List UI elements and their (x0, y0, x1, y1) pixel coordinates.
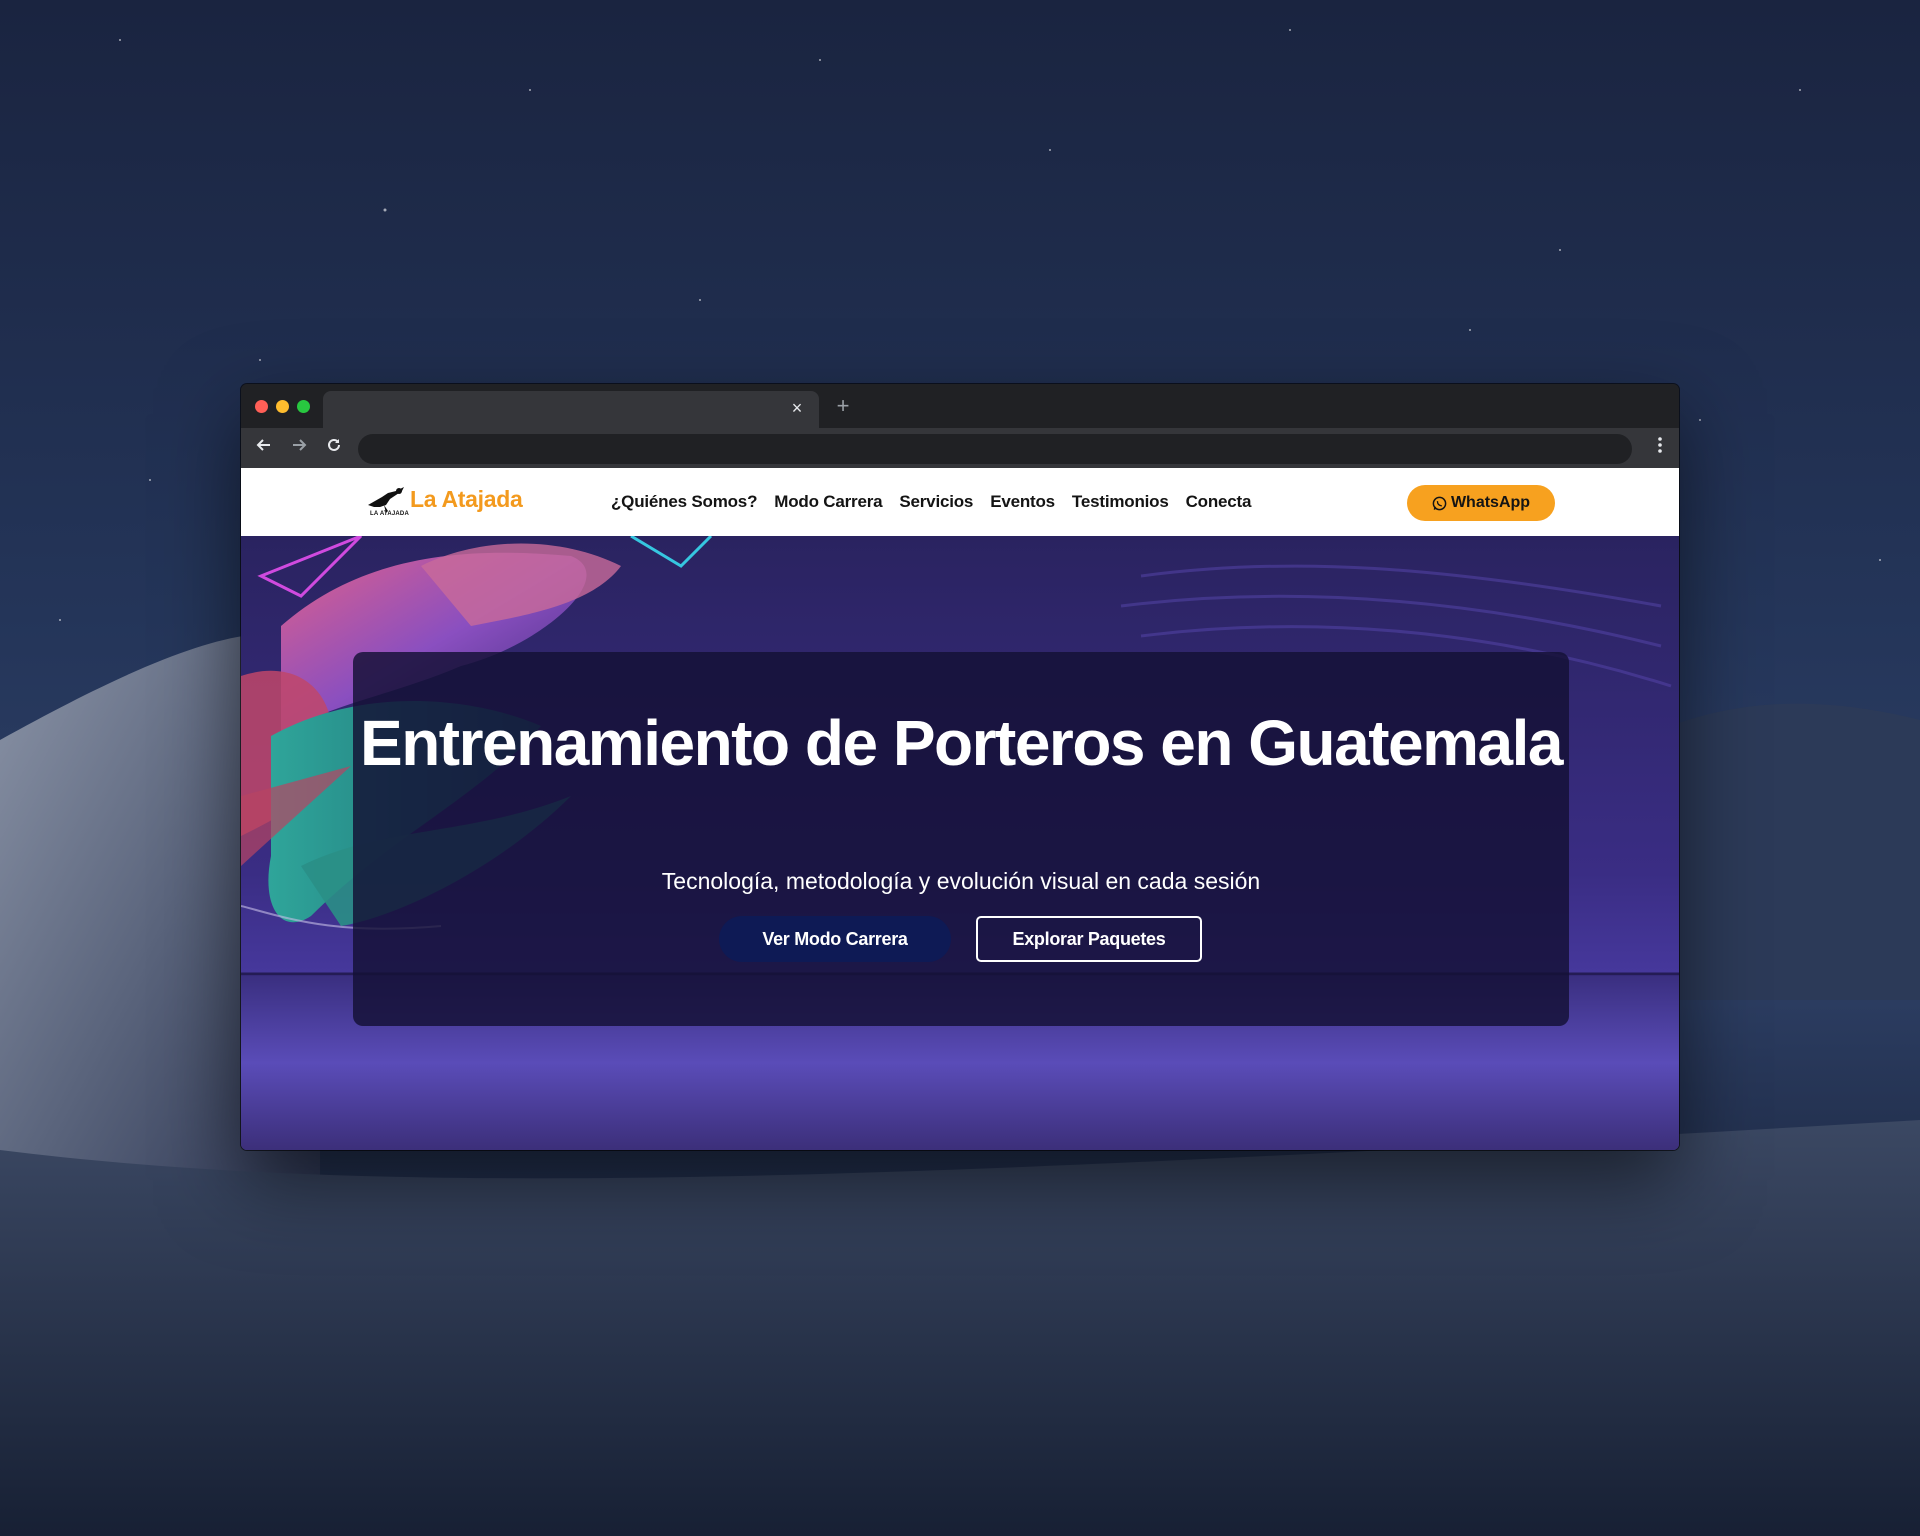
whatsapp-icon (1432, 496, 1447, 510)
kebab-menu-icon[interactable] (1653, 434, 1667, 460)
logo-subtitle: LA ATAJADA (370, 511, 409, 517)
nav-item-testimonios[interactable]: Testimonios (1072, 492, 1169, 512)
nav-item-servicios[interactable]: Servicios (899, 492, 973, 512)
minimize-window-button[interactable] (276, 400, 289, 413)
page-viewport: LA ATAJADA La Atajada ¿Quiénes Somos? Mo… (241, 468, 1679, 1150)
desktop: × + LA ATAJADA La Atajada ¿Quiénes Somos… (0, 0, 1920, 1536)
hero-section: Entrenamiento de Porteros en Guatemala T… (241, 536, 1679, 1150)
close-window-button[interactable] (255, 400, 268, 413)
browser-toolbar (241, 428, 1679, 468)
site-header: LA ATAJADA La Atajada ¿Quiénes Somos? Mo… (241, 468, 1679, 536)
explorar-paquetes-button[interactable]: Explorar Paquetes (976, 916, 1202, 962)
hero-subtitle: Tecnología, metodología y evolución visu… (661, 868, 1261, 894)
nav-item-modo-carrera[interactable]: Modo Carrera (774, 492, 882, 512)
reload-icon[interactable] (321, 434, 347, 460)
site-logo[interactable]: LA ATAJADA La Atajada (366, 485, 566, 521)
address-bar[interactable] (358, 434, 1632, 464)
hero-card: Entrenamiento de Porteros en Guatemala T… (353, 652, 1569, 1026)
whatsapp-button[interactable]: WhatsApp (1407, 485, 1555, 521)
logo-name: La Atajada (410, 486, 523, 512)
whatsapp-label: WhatsApp (1450, 494, 1531, 511)
nav-item-quienes-somos[interactable]: ¿Quiénes Somos? (611, 492, 757, 512)
arrow-left-icon[interactable] (251, 434, 277, 460)
arrow-right-icon[interactable] (286, 434, 312, 460)
nav-item-conecta[interactable]: Conecta (1186, 492, 1252, 512)
ver-modo-carrera-button[interactable]: Ver Modo Carrera (719, 916, 951, 962)
browser-tab[interactable]: × (323, 391, 819, 428)
main-nav: ¿Quiénes Somos? Modo Carrera Servicios E… (611, 468, 1268, 536)
maximize-window-button[interactable] (297, 400, 310, 413)
browser-window: × + LA ATAJADA La Atajada ¿Quiénes Somos… (241, 384, 1679, 1150)
tab-close-icon[interactable]: × (787, 397, 807, 419)
nav-item-eventos[interactable]: Eventos (990, 492, 1055, 512)
new-tab-icon[interactable]: + (831, 394, 855, 418)
tab-bar: × + (241, 384, 1679, 428)
hero-title: Entrenamiento de Porteros en Guatemala (360, 707, 1564, 779)
